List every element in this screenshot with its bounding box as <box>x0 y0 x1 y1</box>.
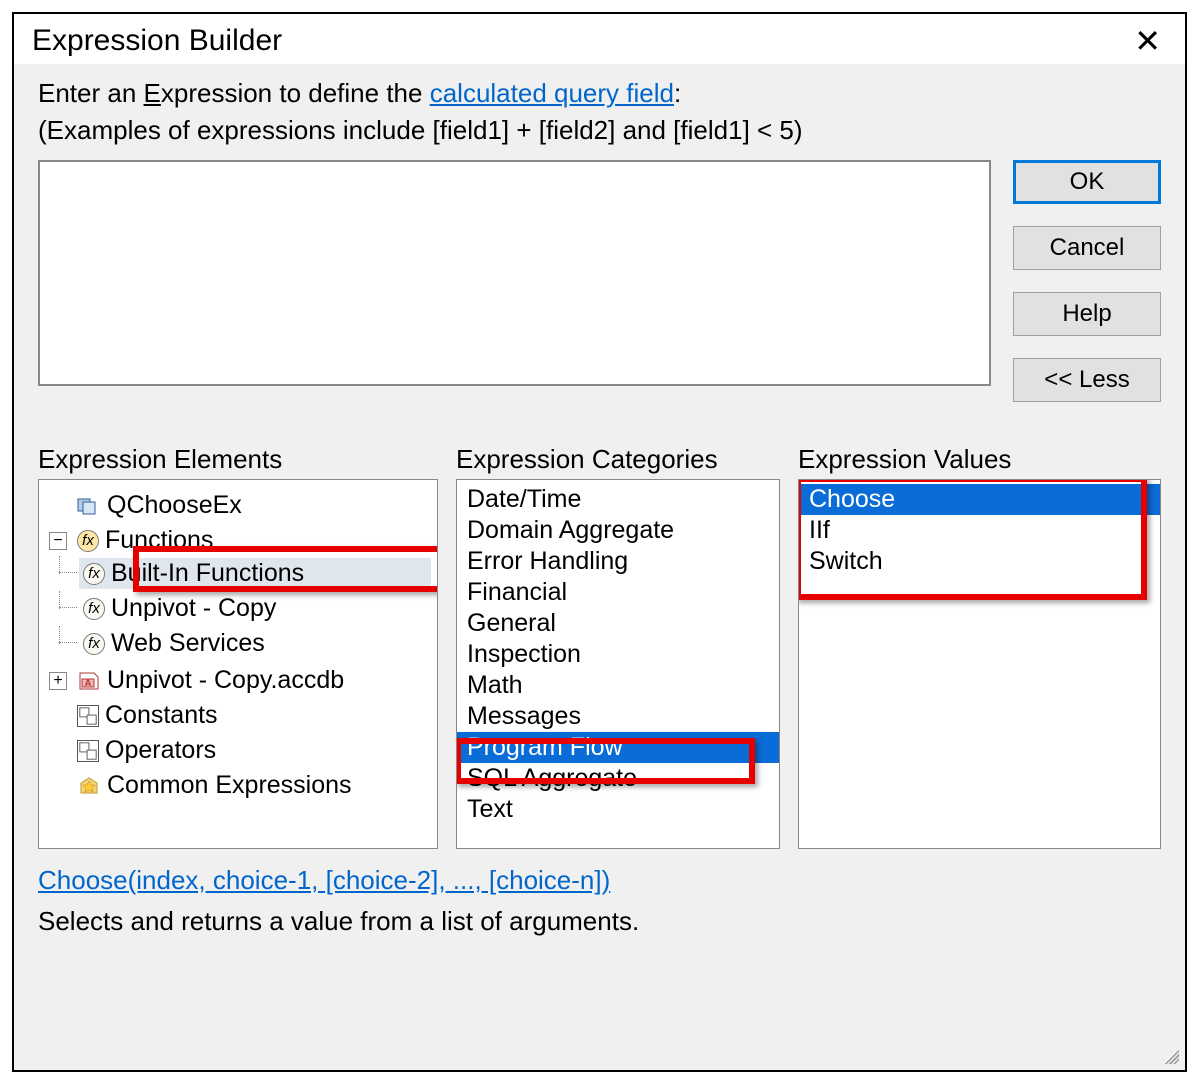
button-column: OK Cancel Help << Less <box>1013 160 1161 402</box>
fx-folder-icon: fx <box>77 530 99 552</box>
label-values: Expression Values <box>798 444 1161 475</box>
prompt-line-1: Enter an Expression to define the calcul… <box>38 78 1161 109</box>
tree-item-constants[interactable]: Constants <box>45 700 431 731</box>
tree-item-query[interactable]: QChooseEx <box>45 490 431 521</box>
category-item[interactable]: SQL Aggregate <box>457 763 779 794</box>
prompt-hotkey: E <box>144 78 161 108</box>
category-item[interactable]: Date/Time <box>457 484 779 515</box>
prompt-mid: xpression to define the <box>161 78 430 108</box>
category-item[interactable]: Inspection <box>457 639 779 670</box>
label-elements: Expression Elements <box>38 444 438 475</box>
value-item[interactable]: Switch <box>799 546 1160 577</box>
syntax-link[interactable]: Choose(index, choice-1, [choice-2], ...,… <box>38 865 610 895</box>
section-labels: Expression Elements Expression Categorie… <box>38 444 1161 475</box>
expression-input[interactable] <box>38 160 991 386</box>
pane-expression-elements: QChooseEx − fx Functions fx Built-In <box>38 479 438 849</box>
tree-label: QChooseEx <box>107 491 242 520</box>
tree-spacer <box>49 707 67 725</box>
footer: Choose(index, choice-1, [choice-2], ...,… <box>38 865 1161 937</box>
tree-label: Constants <box>105 701 218 730</box>
tree-label: Operators <box>105 736 216 765</box>
category-item[interactable]: Error Handling <box>457 546 779 577</box>
collapse-icon[interactable]: − <box>49 532 67 550</box>
tree-label: Common Expressions <box>107 771 352 800</box>
dialog-content: Enter an Expression to define the calcul… <box>14 64 1185 1070</box>
tree-item-web-services[interactable]: fx Web Services <box>79 628 431 659</box>
tree-item-built-in-functions[interactable]: fx Built-In Functions <box>79 558 431 589</box>
elements-tree: QChooseEx − fx Functions fx Built-In <box>45 488 431 803</box>
category-item[interactable]: Domain Aggregate <box>457 515 779 546</box>
tree-item-common-expressions[interactable]: Common Expressions <box>45 770 431 801</box>
category-item[interactable]: Program Flow <box>457 732 779 763</box>
fx-icon: fx <box>83 633 105 655</box>
tree-item-functions[interactable]: − fx Functions <box>45 525 431 556</box>
resize-grip-icon[interactable] <box>1161 1046 1179 1064</box>
prompt-prefix: Enter an <box>38 78 144 108</box>
prompt-line-2: (Examples of expressions include [field1… <box>38 115 1161 146</box>
dialog-expression-builder: Expression Builder ✕ Enter an Expression… <box>12 12 1187 1072</box>
fx-icon: fx <box>83 598 105 620</box>
value-item[interactable]: Choose <box>799 484 1160 515</box>
common-expressions-icon <box>77 775 101 797</box>
tree-label: Functions <box>105 526 213 555</box>
ok-button[interactable]: OK <box>1013 160 1161 204</box>
database-icon: A <box>77 670 101 692</box>
label-categories: Expression Categories <box>456 444 780 475</box>
tree-item-operators[interactable]: Operators <box>45 735 431 766</box>
category-item[interactable]: Text <box>457 794 779 825</box>
calculated-query-field-link[interactable]: calculated query field <box>430 78 674 108</box>
pane-expression-categories: Date/TimeDomain AggregateError HandlingF… <box>456 479 780 849</box>
titlebar: Expression Builder ✕ <box>14 14 1185 64</box>
constants-icon <box>77 705 99 727</box>
tree-spacer <box>49 777 67 795</box>
cancel-button[interactable]: Cancel <box>1013 226 1161 270</box>
value-item[interactable]: IIf <box>799 515 1160 546</box>
category-item[interactable]: General <box>457 608 779 639</box>
dialog-title: Expression Builder <box>32 24 282 58</box>
category-item[interactable]: Math <box>457 670 779 701</box>
help-button[interactable]: Help <box>1013 292 1161 336</box>
tree-spacer <box>49 497 67 515</box>
operators-icon <box>77 740 99 762</box>
less-button[interactable]: << Less <box>1013 358 1161 402</box>
categories-list[interactable]: Date/TimeDomain AggregateError HandlingF… <box>457 480 779 848</box>
function-description: Selects and returns a value from a list … <box>38 906 1161 937</box>
tree-label: Unpivot - Copy.accdb <box>107 666 344 695</box>
expression-row: OK Cancel Help << Less <box>38 160 1161 402</box>
tree-label: Unpivot - Copy <box>111 594 276 623</box>
query-icon <box>77 495 101 517</box>
close-icon[interactable]: ✕ <box>1128 25 1167 57</box>
expand-icon[interactable]: + <box>49 672 67 690</box>
pane-expression-values: ChooseIIfSwitch <box>798 479 1161 849</box>
tree-label: Web Services <box>111 629 265 658</box>
panes-row: QChooseEx − fx Functions fx Built-In <box>38 479 1161 849</box>
category-item[interactable]: Financial <box>457 577 779 608</box>
tree-spacer <box>49 742 67 760</box>
fx-icon: fx <box>83 563 105 585</box>
category-item[interactable]: Messages <box>457 701 779 732</box>
values-list[interactable]: ChooseIIfSwitch <box>799 480 1160 581</box>
svg-text:A: A <box>85 678 92 688</box>
tree-item-unpivot-copy[interactable]: fx Unpivot - Copy <box>79 593 431 624</box>
tree-label: Built-In Functions <box>111 559 304 588</box>
tree-item-database[interactable]: + A Unpivot - Copy.accdb <box>45 665 431 696</box>
prompt-suffix: : <box>674 78 681 108</box>
